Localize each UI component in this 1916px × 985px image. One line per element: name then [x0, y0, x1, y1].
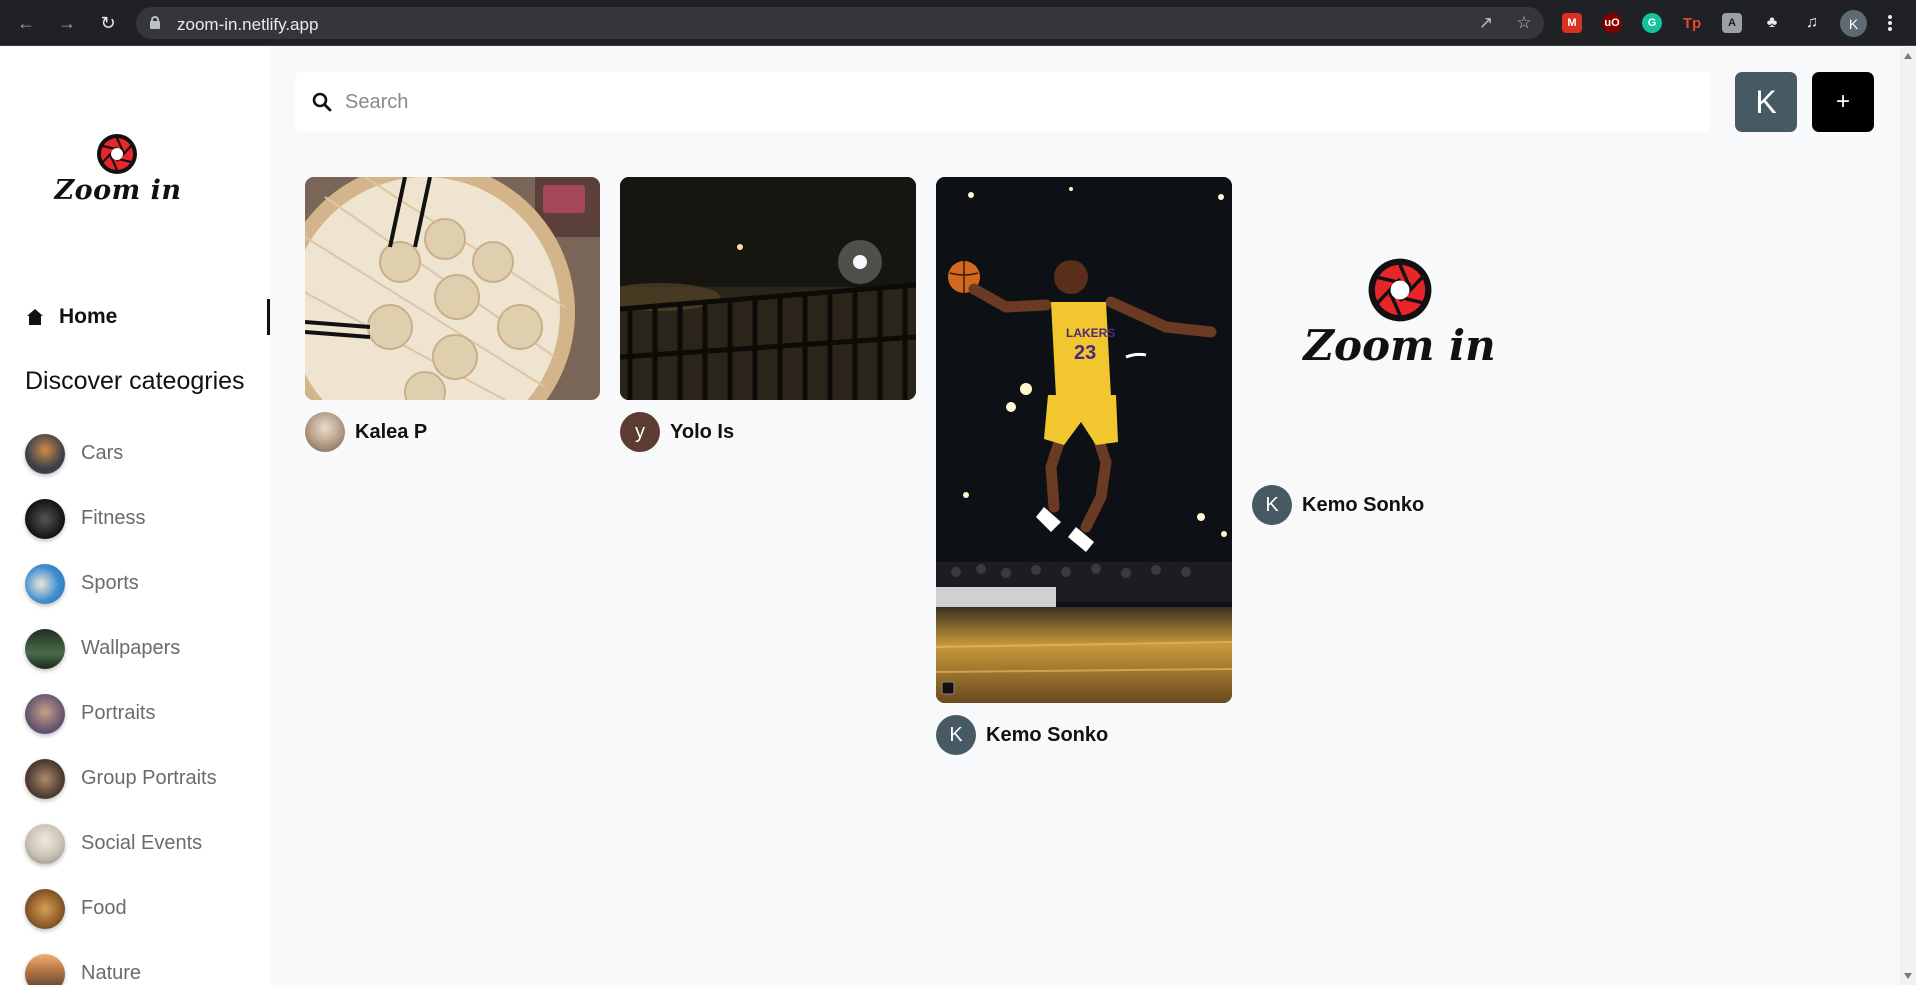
category-thumbnail	[25, 563, 65, 604]
sidebar-item-wallpapers[interactable]: Wallpapers	[25, 616, 217, 681]
category-label: Portraits	[81, 702, 156, 724]
pin-image[interactable]: Zoom in	[1252, 177, 1548, 473]
home-label: Home	[59, 305, 118, 328]
author-avatar[interactable]: K	[1252, 485, 1292, 525]
scroll-down-arrow-icon[interactable]	[1904, 973, 1912, 979]
night-street-photo	[620, 177, 916, 400]
back-arrow-icon[interactable]: ←	[14, 11, 38, 35]
svg-text:LAKERS: LAKERS	[1066, 326, 1115, 340]
create-pin-button[interactable]: +	[1812, 72, 1874, 132]
address-bar[interactable]: zoom-in.netlify.app ↗ ☆	[136, 7, 1544, 39]
page-scrollbar[interactable]	[1900, 47, 1916, 985]
sidebar: Zoom in Home Discover cateogries Cars Fi…	[0, 47, 270, 985]
category-thumbnail	[25, 693, 65, 734]
pin-card[interactable]: Zoom in K Kemo Sonko	[1252, 177, 1548, 525]
category-thumbnail	[25, 498, 65, 539]
sidebar-item-portraits[interactable]: Portraits	[25, 681, 217, 746]
category-label: Social Events	[81, 832, 203, 854]
pin-image[interactable]	[620, 177, 916, 400]
translate-icon[interactable]: A	[1722, 13, 1742, 33]
forward-arrow-icon[interactable]: →	[55, 11, 79, 35]
ublock-icon[interactable]: uO	[1602, 13, 1622, 33]
tp-icon[interactable]: Tp	[1682, 13, 1702, 33]
category-thumbnail	[25, 433, 65, 474]
sidebar-item-fitness[interactable]: Fitness	[25, 486, 217, 551]
pin-author[interactable]: Kalea P	[305, 412, 600, 452]
author-avatar[interactable]: y	[620, 412, 660, 452]
category-label: Wallpapers	[81, 637, 181, 659]
author-name[interactable]: Yolo Is	[670, 421, 734, 444]
user-profile-button[interactable]: K	[1735, 72, 1797, 132]
search-icon	[312, 92, 332, 112]
pin-author[interactable]: y Yolo Is	[620, 412, 916, 452]
bookmark-star-icon[interactable]: ☆	[1514, 13, 1534, 33]
pin-card[interactable]: Kalea P	[305, 177, 600, 452]
logo-text: Zoom in	[54, 175, 182, 206]
category-label: Fitness	[81, 507, 146, 529]
author-avatar[interactable]	[305, 412, 345, 452]
puzzle-icon[interactable]: ♣	[1762, 13, 1782, 33]
pin-card[interactable]: y Yolo Is	[620, 177, 916, 452]
category-list: Cars Fitness Sports Wallpapers Portraits…	[25, 421, 217, 985]
category-label: Sports	[81, 572, 139, 594]
app-logo[interactable]: Zoom in	[52, 133, 184, 213]
lock-icon[interactable]	[150, 16, 160, 29]
zoom-in-logo	[1368, 258, 1432, 322]
category-thumbnail	[25, 953, 65, 985]
svg-text:23: 23	[1074, 342, 1096, 364]
category-label: Nature	[81, 962, 142, 984]
author-name[interactable]: Kalea P	[355, 421, 427, 444]
soup-dumplings-photo	[305, 177, 600, 400]
browser-menu-icon[interactable]	[1885, 12, 1895, 34]
author-name[interactable]: Kemo Sonko	[1302, 494, 1424, 517]
category-thumbnail	[25, 758, 65, 799]
sidebar-item-group-portraits[interactable]: Group Portraits	[25, 746, 217, 811]
sidebar-item-social-events[interactable]: Social Events	[25, 811, 217, 876]
pin-author[interactable]: K Kemo Sonko	[1252, 485, 1548, 525]
category-thumbnail	[25, 823, 65, 864]
scroll-up-arrow-icon[interactable]	[1904, 53, 1912, 59]
sidebar-item-nature[interactable]: Nature	[25, 941, 217, 985]
category-label: Food	[81, 897, 127, 919]
category-label: Group Portraits	[81, 767, 217, 789]
sidebar-item-home[interactable]: Home	[25, 299, 270, 335]
author-avatar[interactable]: K	[936, 715, 976, 755]
pin-author[interactable]: K Kemo Sonko	[936, 715, 1232, 755]
discover-categories-heading: Discover cateogries	[25, 367, 245, 395]
sidebar-item-cars[interactable]: Cars	[25, 421, 217, 486]
category-thumbnail	[25, 888, 65, 929]
media-icon[interactable]: ♫	[1802, 13, 1822, 33]
pin-image[interactable]: LAKERS 23	[936, 177, 1232, 703]
url-text[interactable]: zoom-in.netlify.app	[177, 15, 318, 35]
author-name[interactable]: Kemo Sonko	[986, 724, 1108, 747]
gmail-icon[interactable]: M	[1562, 13, 1582, 33]
pin-card[interactable]: LAKERS 23 K Kemo Sonko	[936, 177, 1232, 755]
grammarly-icon[interactable]: G	[1642, 13, 1662, 33]
pin-image[interactable]	[305, 177, 600, 400]
sidebar-item-food[interactable]: Food	[25, 876, 217, 941]
sidebar-item-sports[interactable]: Sports	[25, 551, 217, 616]
reload-icon[interactable]: ↻	[96, 11, 120, 35]
aperture-icon	[97, 134, 137, 174]
basketball-dunk-photo: LAKERS 23	[936, 177, 1232, 703]
browser-toolbar: ← → ↻ zoom-in.netlify.app ↗ ☆ M uO G Tp …	[0, 0, 1916, 46]
home-icon	[27, 309, 43, 325]
search-input[interactable]	[345, 86, 1685, 118]
search-bar[interactable]	[295, 72, 1710, 132]
category-label: Cars	[81, 442, 124, 464]
share-icon[interactable]: ↗	[1476, 13, 1496, 33]
zoom-in-logo-text: Zoom in	[1303, 321, 1496, 370]
browser-profile-avatar[interactable]: K	[1840, 10, 1867, 37]
category-thumbnail	[25, 628, 65, 669]
